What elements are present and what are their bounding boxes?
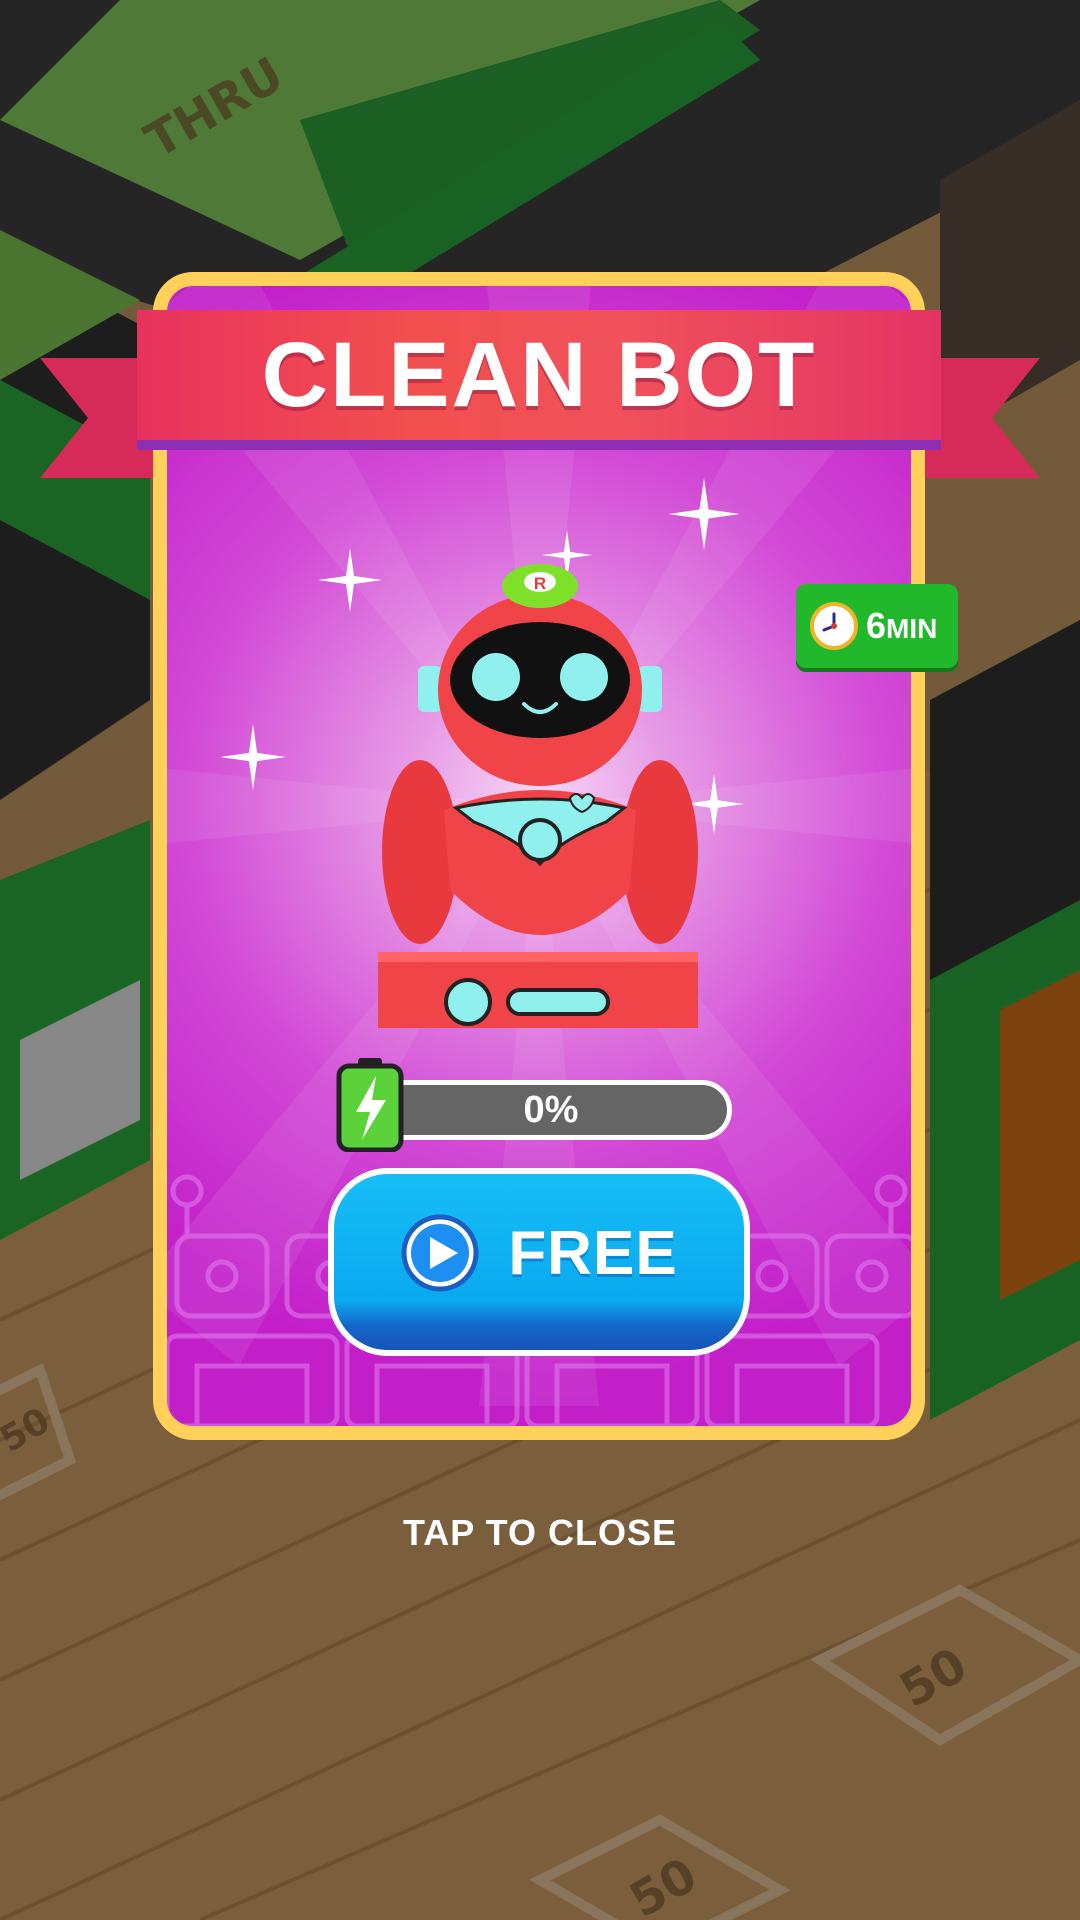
free-button-content: FREE	[400, 1213, 677, 1293]
free-button-label: FREE	[508, 1218, 678, 1288]
play-icon	[401, 1214, 479, 1292]
sparkle-icon	[220, 724, 286, 790]
duration-value: 6	[866, 605, 887, 646]
watch-ad-free-button[interactable]: FREE	[328, 1168, 750, 1356]
duration-badge: 6MIN	[796, 584, 958, 668]
duration-unit: MIN	[886, 613, 938, 644]
clean-bot-robot: R	[378, 564, 698, 1028]
title-ribbon: CLEAN BOT	[137, 310, 941, 440]
clock-icon	[810, 602, 858, 650]
duration-text: 6MIN	[866, 608, 937, 644]
robot-cap-letter: R	[534, 574, 546, 593]
charge-progress-text: 0%	[523, 1088, 579, 1131]
battery-bolt-icon	[336, 1058, 404, 1152]
charge-progress-bar: 0%	[370, 1080, 732, 1140]
tap-to-close[interactable]: TAP TO CLOSE	[0, 1512, 1080, 1554]
popup-title: CLEAN BOT	[261, 323, 817, 426]
